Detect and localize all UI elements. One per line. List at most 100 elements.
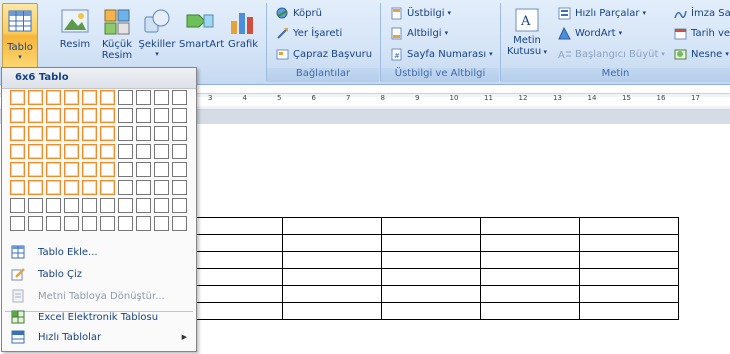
resim-button[interactable]: Resim — [54, 4, 96, 66]
grid-cell[interactable] — [154, 180, 169, 195]
grid-cell[interactable] — [28, 108, 43, 123]
grid-cell[interactable] — [10, 180, 25, 195]
tablo-ekle-menu-item[interactable]: Tablo Ekle... — [2, 242, 196, 262]
grid-cell[interactable] — [28, 90, 43, 105]
grid-cell[interactable] — [46, 108, 61, 123]
grid-cell[interactable] — [154, 144, 169, 159]
table-cell[interactable] — [480, 234, 580, 252]
table-cell[interactable] — [579, 217, 679, 235]
table-cell[interactable] — [579, 251, 679, 269]
metni-tabloya-donustur-menu-item[interactable]: Metni Tabloya Dönüştür... — [2, 286, 196, 306]
grid-cell[interactable] — [100, 144, 115, 159]
grid-cell[interactable] — [172, 198, 187, 213]
grid-cell[interactable] — [82, 180, 97, 195]
grid-cell[interactable] — [82, 162, 97, 177]
grid-cell[interactable] — [100, 162, 115, 177]
grid-cell[interactable] — [154, 198, 169, 213]
grid-cell[interactable] — [46, 162, 61, 177]
table-cell[interactable] — [183, 234, 283, 252]
capraz-basvuru-button[interactable]: Çapraz Başvuru — [276, 46, 372, 62]
grid-cell[interactable] — [64, 180, 79, 195]
grid-cell[interactable] — [136, 108, 151, 123]
hizli-parcalar-button[interactable]: Hızlı Parçalar ▾ — [558, 5, 646, 21]
grid-cell[interactable] — [118, 216, 133, 231]
kopru-button[interactable]: Köprü — [276, 5, 322, 21]
table-cell[interactable] — [282, 302, 382, 320]
grid-cell[interactable] — [172, 126, 187, 141]
table-cell[interactable] — [183, 251, 283, 269]
table-cell[interactable] — [480, 302, 580, 320]
table-cell[interactable] — [183, 268, 283, 286]
grid-cell[interactable] — [82, 198, 97, 213]
baslangici-buyut-button[interactable]: A Başlangıcı Büyüt ▾ — [558, 46, 665, 62]
grid-cell[interactable] — [118, 108, 133, 123]
grid-cell[interactable] — [64, 216, 79, 231]
grid-cell[interactable] — [82, 216, 97, 231]
grid-cell[interactable] — [118, 144, 133, 159]
table-cell[interactable] — [381, 302, 481, 320]
sayfa-numarasi-button[interactable]: # Sayfa Numarası ▾ — [390, 46, 493, 62]
grid-cell[interactable] — [46, 90, 61, 105]
yer-isareti-button[interactable]: Yer İşareti — [276, 25, 342, 41]
grid-cell[interactable] — [64, 90, 79, 105]
document-table[interactable] — [183, 217, 679, 320]
table-cell[interactable] — [282, 217, 382, 235]
grid-cell[interactable] — [10, 126, 25, 141]
sekiller-button[interactable]: Şekiller ▾ — [136, 4, 178, 66]
altbilgi-button[interactable]: Altbilgi ▾ — [390, 25, 448, 41]
excel-elektronik-tablosu-menu-item[interactable]: Excel Elektronik Tablosu — [2, 307, 196, 327]
table-cell[interactable] — [282, 285, 382, 303]
grid-cell[interactable] — [82, 90, 97, 105]
table-cell[interactable] — [579, 302, 679, 320]
grid-cell[interactable] — [64, 126, 79, 141]
grid-cell[interactable] — [46, 180, 61, 195]
nesne-button[interactable]: Nesne ▾ — [674, 46, 729, 62]
grid-cell[interactable] — [28, 198, 43, 213]
grid-cell[interactable] — [28, 180, 43, 195]
grid-cell[interactable] — [172, 144, 187, 159]
grid-cell[interactable] — [136, 144, 151, 159]
grid-cell[interactable] — [136, 126, 151, 141]
grid-cell[interactable] — [64, 108, 79, 123]
kucuk-resim-button[interactable]: Küçük Resim — [96, 4, 138, 66]
table-cell[interactable] — [480, 285, 580, 303]
tablo-button[interactable]: Tablo ▾ — [2, 3, 38, 69]
grid-cell[interactable] — [100, 216, 115, 231]
hizli-tablolar-menu-item[interactable]: Hızlı Tablolar ▶ — [2, 327, 196, 347]
grid-cell[interactable] — [136, 198, 151, 213]
grid-cell[interactable] — [154, 216, 169, 231]
grid-cell[interactable] — [100, 126, 115, 141]
grid-cell[interactable] — [46, 126, 61, 141]
table-cell[interactable] — [480, 217, 580, 235]
grid-cell[interactable] — [136, 90, 151, 105]
grid-cell[interactable] — [172, 108, 187, 123]
grid-cell[interactable] — [10, 162, 25, 177]
table-cell[interactable] — [282, 251, 382, 269]
grid-cell[interactable] — [28, 216, 43, 231]
table-cell[interactable] — [579, 234, 679, 252]
grid-cell[interactable] — [82, 144, 97, 159]
grid-cell[interactable] — [154, 126, 169, 141]
table-cell[interactable] — [381, 234, 481, 252]
table-cell[interactable] — [183, 285, 283, 303]
grid-cell[interactable] — [10, 108, 25, 123]
table-cell[interactable] — [480, 251, 580, 269]
grid-cell[interactable] — [10, 198, 25, 213]
table-cell[interactable] — [480, 268, 580, 286]
grid-cell[interactable] — [172, 90, 187, 105]
grid-cell[interactable] — [136, 180, 151, 195]
table-cell[interactable] — [381, 217, 481, 235]
grid-cell[interactable] — [118, 180, 133, 195]
grid-cell[interactable] — [118, 162, 133, 177]
ustbilgi-button[interactable]: Üstbilgi ▾ — [390, 5, 451, 21]
grid-cell[interactable] — [82, 126, 97, 141]
grid-cell[interactable] — [82, 108, 97, 123]
grid-cell[interactable] — [100, 198, 115, 213]
grid-cell[interactable] — [100, 108, 115, 123]
grid-cell[interactable] — [172, 162, 187, 177]
grid-cell[interactable] — [100, 90, 115, 105]
grid-cell[interactable] — [118, 126, 133, 141]
tablo-ciz-menu-item[interactable]: Tablo Çiz — [2, 264, 196, 284]
metin-kutusu-button[interactable]: A Metin Kutusu ▾ — [504, 4, 550, 66]
grafik-button[interactable]: Grafik — [222, 4, 264, 66]
